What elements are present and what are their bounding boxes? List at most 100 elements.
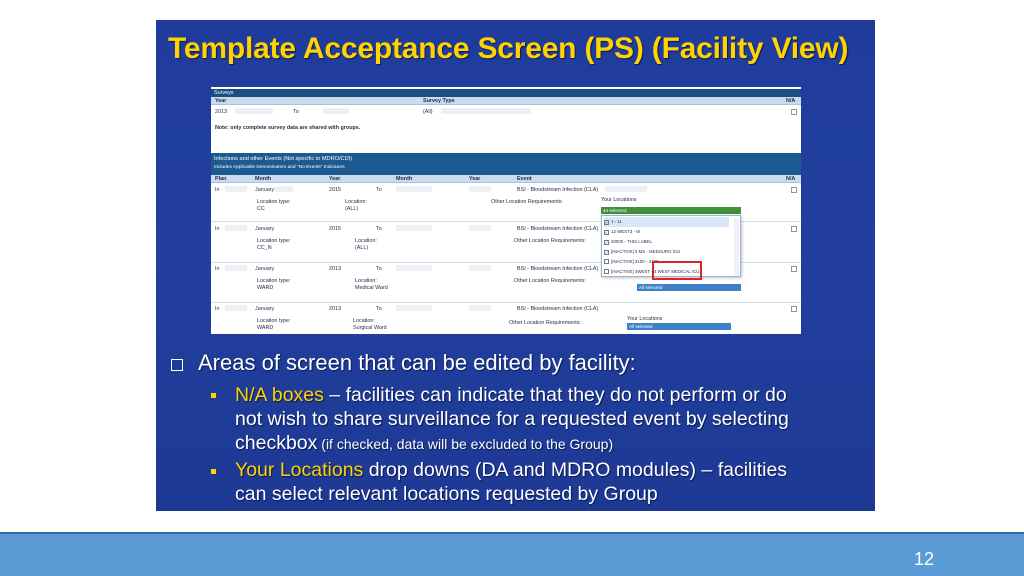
row-year: 2013 [329, 266, 341, 272]
other-loc-label: Other Location Requirements: [509, 320, 581, 326]
square-bullet-icon [171, 359, 183, 371]
loc-type-value: WARD [257, 325, 274, 331]
to-month-select[interactable] [396, 186, 432, 192]
loc-label: Location: [353, 318, 375, 324]
checkbox-icon [604, 259, 609, 264]
loc-type-value: WARD [257, 285, 274, 291]
col-plan: Plan [215, 176, 227, 182]
row-month: January [255, 187, 275, 193]
month-select[interactable] [275, 186, 293, 192]
list-item[interactable]: ✓ 1 - 11 [604, 217, 729, 227]
your-locations-dropdown[interactable]: All selected [627, 323, 731, 330]
row-na-checkbox[interactable] [791, 306, 797, 312]
surveys-row: 2013 To (All) [211, 107, 801, 117]
table-row: In January 2013 To BSI - Bloodstream Inf… [211, 304, 801, 334]
survey-year-from-select[interactable] [235, 108, 273, 114]
your-locations-bullet: Your Locations drop downs (DA and MDRO m… [235, 458, 865, 506]
slide-title: Template Acceptance Screen (PS) (Facilit… [168, 32, 849, 65]
other-loc-label: Other Location Requirements: [514, 238, 586, 244]
loc-label: Location: [345, 199, 367, 205]
list-item[interactable]: ✓ 20000 - THIS LABEL [604, 237, 729, 247]
row-event: BSI - Bloodstream Infection (CLA) [517, 187, 599, 193]
list-item[interactable]: ✓ [INACTIVE] 3 MS - MEDSURG ICU [604, 247, 729, 257]
dropdown-scrollbar[interactable] [734, 218, 739, 276]
col-na: N/A [786, 98, 796, 104]
row-na-checkbox[interactable] [791, 187, 797, 193]
col-na-infections: N/A [786, 176, 796, 182]
your-locations-dropdown-open[interactable]: 44 selected [601, 207, 741, 214]
your-locations-label: Your Locations [601, 197, 637, 203]
to-month-select[interactable] [396, 265, 432, 271]
plan-select[interactable] [225, 265, 247, 271]
loc-value: (ALL) [345, 206, 359, 212]
loc-value: Surgical Ward [353, 325, 387, 331]
infections-section-sublabel: Includes Applicable Denominators and "No… [214, 165, 345, 170]
survey-to-label: To [293, 109, 299, 115]
footer-bar: 12 [0, 532, 1024, 576]
plan-select[interactable] [225, 305, 247, 311]
slide: Template Acceptance Screen (PS) (Facilit… [0, 0, 1024, 576]
bullet-dot-icon [211, 469, 216, 474]
row-month: January [255, 306, 275, 312]
row-separator [211, 302, 801, 303]
col-year-to: Year [469, 176, 481, 182]
row-event: BSI - Bloodstream Infection (CLA) [517, 306, 599, 312]
survey-type-select[interactable] [441, 108, 531, 114]
to-month-select[interactable] [396, 225, 432, 231]
survey-year-to-select[interactable] [323, 108, 349, 114]
to-year-select[interactable] [469, 265, 491, 271]
your-locations-line1: drop downs (DA and MDRO modules) – facil… [363, 459, 788, 481]
surveys-note-row: Note: only complete survey data are shar… [211, 123, 801, 131]
your-locations-highlight-box [652, 261, 702, 280]
checkbox-icon: ✓ [604, 240, 609, 245]
surveys-section-label: Surveys [214, 90, 234, 96]
your-locations-label: Your Locations [627, 316, 663, 322]
main-bullet-text: Areas of screen that can be edited by fa… [198, 350, 636, 375]
other-loc-label: Other Location Requirements: [514, 278, 586, 284]
loc-type-label: Location type: [257, 278, 291, 284]
list-item[interactable]: ✓ 12 WEST3 - W [604, 227, 729, 237]
na-boxes-line3: checkbox [235, 432, 318, 454]
loc-type-label: Location type: [257, 238, 291, 244]
bullet-dot-icon [211, 393, 216, 398]
row-plan: In [215, 187, 220, 193]
na-boxes-line2: not wish to share surveillance for a req… [235, 408, 789, 430]
row-event: BSI - Bloodstream Infection (CLA) [517, 226, 599, 232]
loc-label: Location: [355, 238, 377, 244]
row-na-checkbox[interactable] [791, 266, 797, 272]
row-to: To [376, 306, 382, 312]
row-to: To [376, 187, 382, 193]
infections-section-label: Infections and other Events (Not specifi… [214, 156, 353, 162]
infections-section-bar: Infections and other Events (Not specifi… [211, 153, 801, 175]
checkbox-icon [604, 269, 609, 274]
loc-type-value: CC [257, 206, 265, 212]
col-year: Year [215, 98, 227, 104]
other-loc-label: Other Location Requirements: [491, 199, 563, 205]
row-month: January [255, 266, 275, 272]
plan-select[interactable] [225, 186, 247, 192]
row-plan: In [215, 226, 220, 232]
your-locations-line2: can select relevant locations requested … [235, 483, 658, 505]
plan-select[interactable] [225, 225, 247, 231]
col-survey-type: Survey Type [423, 98, 455, 104]
surveys-note: Note: only complete survey data are shar… [215, 125, 361, 131]
template-acceptance-screenshot: Surveys Year Survey Type N/A 2013 To (Al… [211, 87, 801, 334]
row-year: 2013 [329, 306, 341, 312]
to-year-select[interactable] [469, 186, 491, 192]
loc-type-value: CC_N [257, 245, 272, 251]
to-month-select[interactable] [396, 305, 432, 311]
loc-type-label: Location type: [257, 199, 291, 205]
survey-na-checkbox[interactable] [791, 109, 797, 115]
your-locations-dropdown[interactable]: All selected [637, 284, 741, 291]
row-to: To [376, 226, 382, 232]
col-year-from: Year [329, 176, 341, 182]
to-year-select[interactable] [469, 225, 491, 231]
to-year-select[interactable] [469, 305, 491, 311]
col-event: Event [517, 176, 532, 182]
row-plan: In [215, 266, 220, 272]
row-na-checkbox[interactable] [791, 226, 797, 232]
infections-header: Plan Month Year Month Year Event N/A [211, 175, 801, 183]
event-detail [605, 186, 647, 192]
loc-value: (ALL) [355, 245, 369, 251]
surveys-section-bar: Surveys [211, 89, 801, 97]
